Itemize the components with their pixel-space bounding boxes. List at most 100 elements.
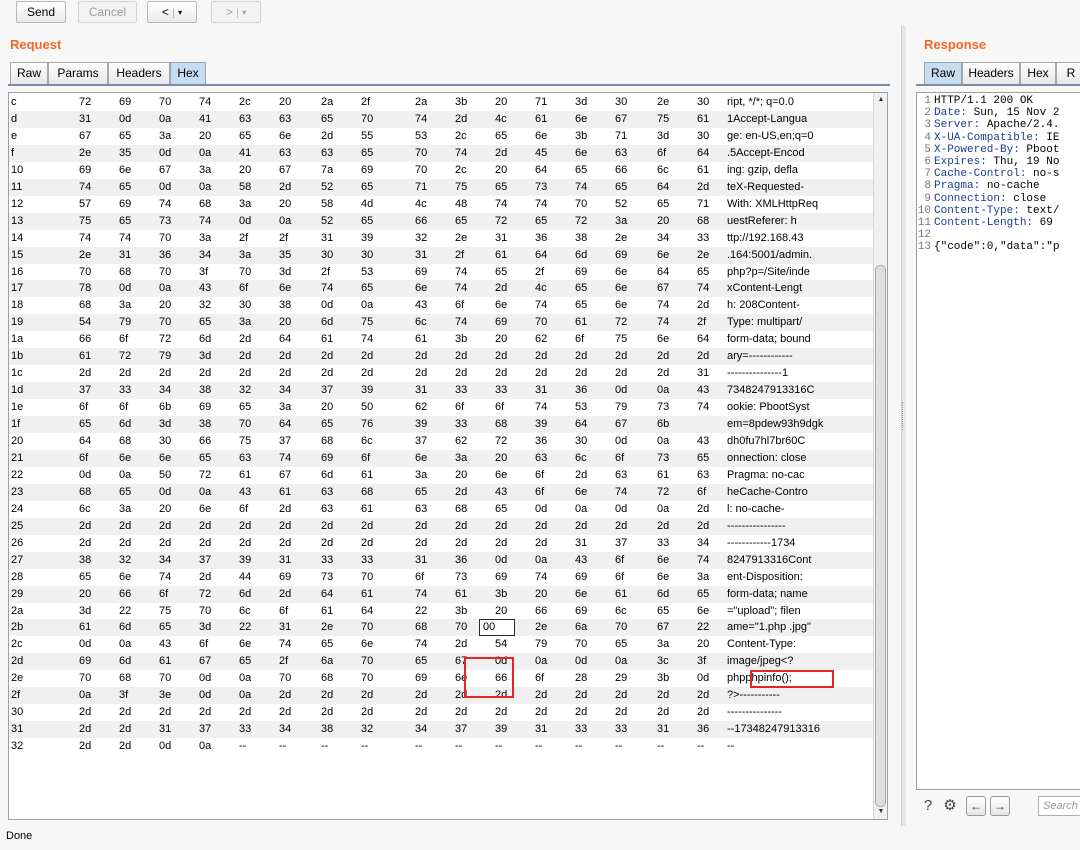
hex-byte-cell[interactable]: 70 [159, 670, 171, 687]
hex-byte-cell[interactable]: 2d [615, 365, 627, 382]
hex-byte-cell[interactable]: 6f [119, 399, 128, 416]
hex-byte-cell[interactable]: 2d [279, 365, 291, 382]
hex-byte-cell[interactable]: 6e [239, 636, 251, 653]
hex-byte-cell[interactable]: 2d [279, 535, 291, 552]
hex-byte-cell[interactable]: 75 [239, 433, 251, 450]
hex-byte-cell[interactable]: 69 [575, 603, 587, 620]
hex-byte-cell[interactable]: 2d [79, 365, 91, 382]
hex-byte-cell[interactable]: 65 [321, 636, 333, 653]
hex-byte-cell[interactable]: 2c [455, 162, 467, 179]
hex-byte-cell[interactable]: 2d [239, 535, 251, 552]
hex-byte-cell[interactable]: 31 [415, 552, 427, 569]
hex-byte-cell[interactable]: 34 [159, 382, 171, 399]
hex-byte-cell[interactable]: 43 [239, 484, 251, 501]
hex-byte-cell[interactable]: 34 [199, 247, 211, 264]
hex-byte-cell[interactable]: 6c [575, 450, 587, 467]
hex-row[interactable]: 1f 65 6d 3d 38 70 64 65 76 39 33 68 39 64 67 6b em=8pdew… [9, 416, 875, 434]
hex-byte-cell[interactable]: 63 [415, 501, 427, 518]
hex-byte-cell[interactable]: 3a [119, 297, 131, 314]
hex-byte-cell[interactable]: 20 [279, 94, 291, 111]
hex-row[interactable]: 1d 37 33 34 38 32 34 37 39 31 33 33 31 36 0d 0a 43 734824… [9, 382, 875, 400]
hex-byte-cell[interactable]: 6f [535, 484, 544, 501]
hex-byte-cell[interactable]: 70 [159, 94, 171, 111]
hex-byte-cell[interactable]: 63 [321, 484, 333, 501]
hex-row[interactable]: 2c 0d 0a 43 6f 6e 74 65 6e 74 2d 54 79 70 65 3a 20 Conten… [9, 636, 875, 653]
hex-byte-cell[interactable]: 6d [321, 467, 333, 484]
hex-byte-cell[interactable]: 6e [119, 450, 131, 467]
hex-byte-cell[interactable]: 37 [199, 552, 211, 569]
hex-byte-cell[interactable]: 0d [79, 636, 91, 653]
hex-byte-cell[interactable]: 66 [79, 331, 91, 348]
hex-byte-cell[interactable]: 31 [279, 552, 291, 569]
hex-byte-cell[interactable]: 64 [697, 145, 709, 162]
hex-byte-cell[interactable]: 65 [361, 145, 373, 162]
hex-byte-cell[interactable]: 2e [79, 247, 91, 264]
hex-byte-cell[interactable]: 66 [615, 162, 627, 179]
hex-byte-cell[interactable]: 2d [615, 704, 627, 721]
hex-byte-cell[interactable]: 6e [159, 450, 171, 467]
hex-byte-cell[interactable]: 61 [615, 586, 627, 603]
hex-byte-cell[interactable]: 33 [615, 721, 627, 738]
hex-byte-cell[interactable]: 69 [495, 314, 507, 331]
hex-byte-cell[interactable]: 33 [455, 382, 467, 399]
hex-byte-cell[interactable]: 65 [199, 314, 211, 331]
hex-byte-cell[interactable]: 74 [79, 179, 91, 196]
scroll-down-icon[interactable]: ▼ [876, 807, 886, 817]
hex-byte-cell[interactable]: 32 [361, 721, 373, 738]
hex-byte-cell[interactable]: 22 [119, 603, 131, 620]
hex-row[interactable]: 20 64 68 30 66 75 37 68 6c 37 62 72 36 30 0d 0a 43 dh0fu7… [9, 433, 875, 450]
hex-byte-cell[interactable]: 69 [415, 264, 427, 281]
hex-byte-cell[interactable]: 29 [615, 670, 627, 687]
splitter-grip[interactable] [902, 402, 904, 430]
hex-byte-cell[interactable]: 2d [119, 704, 131, 721]
hex-byte-cell[interactable]: 6e [415, 450, 427, 467]
hex-byte-cell[interactable]: 68 [697, 213, 709, 230]
tab-raw[interactable]: Raw [10, 62, 48, 84]
hex-byte-cell[interactable]: 70 [199, 603, 211, 620]
hex-byte-cell[interactable]: 2d [455, 111, 467, 128]
hex-byte-cell[interactable]: 4c [495, 111, 507, 128]
hex-byte-cell[interactable]: 65 [119, 213, 131, 230]
hex-byte-cell[interactable]: 2d [657, 518, 669, 535]
hex-byte-cell[interactable]: 6f [615, 552, 624, 569]
hex-byte-cell[interactable]: -- [239, 738, 246, 755]
tab-raw[interactable]: Raw [924, 62, 962, 84]
hex-byte-cell[interactable]: 52 [321, 179, 333, 196]
hex-byte-cell[interactable]: 6e [575, 111, 587, 128]
help-icon[interactable]: ? [918, 796, 938, 816]
hex-byte-cell[interactable]: 0a [535, 552, 547, 569]
hex-byte-cell[interactable]: 68 [321, 433, 333, 450]
hex-byte-cell[interactable]: 2e [657, 94, 669, 111]
hex-byte-cell[interactable]: 2d [455, 484, 467, 501]
hex-byte-cell[interactable]: 3b [495, 586, 507, 603]
hex-byte-cell[interactable]: 67 [657, 280, 669, 297]
hex-byte-cell[interactable]: 3b [455, 603, 467, 620]
hex-byte-cell[interactable]: 50 [159, 467, 171, 484]
hex-byte-cell[interactable]: 2d [159, 518, 171, 535]
hex-byte-cell[interactable]: 65 [615, 179, 627, 196]
hex-byte-cell[interactable]: 43 [199, 280, 211, 297]
hex-byte-cell[interactable]: 74 [199, 213, 211, 230]
hex-byte-cell[interactable]: 6e [361, 636, 373, 653]
hex-byte-cell[interactable]: 73 [159, 213, 171, 230]
hex-byte-cell[interactable]: 2f [361, 94, 370, 111]
hex-byte-cell[interactable]: 33 [239, 721, 251, 738]
hex-byte-cell[interactable]: 2d [575, 365, 587, 382]
hex-byte-cell[interactable]: 43 [495, 484, 507, 501]
hex-row[interactable]: 26 2d 2d 2d 2d 2d 2d 2d 2d 2d 2d 2d 2d 31 37 33 34 ------… [9, 535, 875, 552]
hex-byte-cell[interactable]: 72 [495, 433, 507, 450]
hex-byte-cell[interactable]: -- [495, 738, 502, 755]
hex-byte-cell[interactable]: 65 [575, 297, 587, 314]
hex-row[interactable]: 17 78 0d 0a 43 6f 6e 74 65 6e 74 2d 4c 65 6e 67 74 xConte… [9, 280, 875, 298]
hex-byte-cell[interactable]: 61 [697, 162, 709, 179]
hex-byte-cell[interactable]: 2d [321, 687, 333, 704]
hex-byte-cell[interactable]: 6f [697, 484, 706, 501]
hex-byte-cell[interactable]: 65 [321, 111, 333, 128]
hex-byte-cell[interactable]: 20 [239, 162, 251, 179]
hex-byte-cell[interactable]: 3b [455, 331, 467, 348]
hex-byte-cell[interactable]: 20 [199, 128, 211, 145]
vertical-scrollbar[interactable]: ▲ ▼ [873, 93, 887, 819]
hex-byte-cell[interactable]: 68 [119, 264, 131, 281]
hex-byte-cell[interactable]: 65 [361, 280, 373, 297]
hex-byte-cell[interactable]: 2d [199, 518, 211, 535]
